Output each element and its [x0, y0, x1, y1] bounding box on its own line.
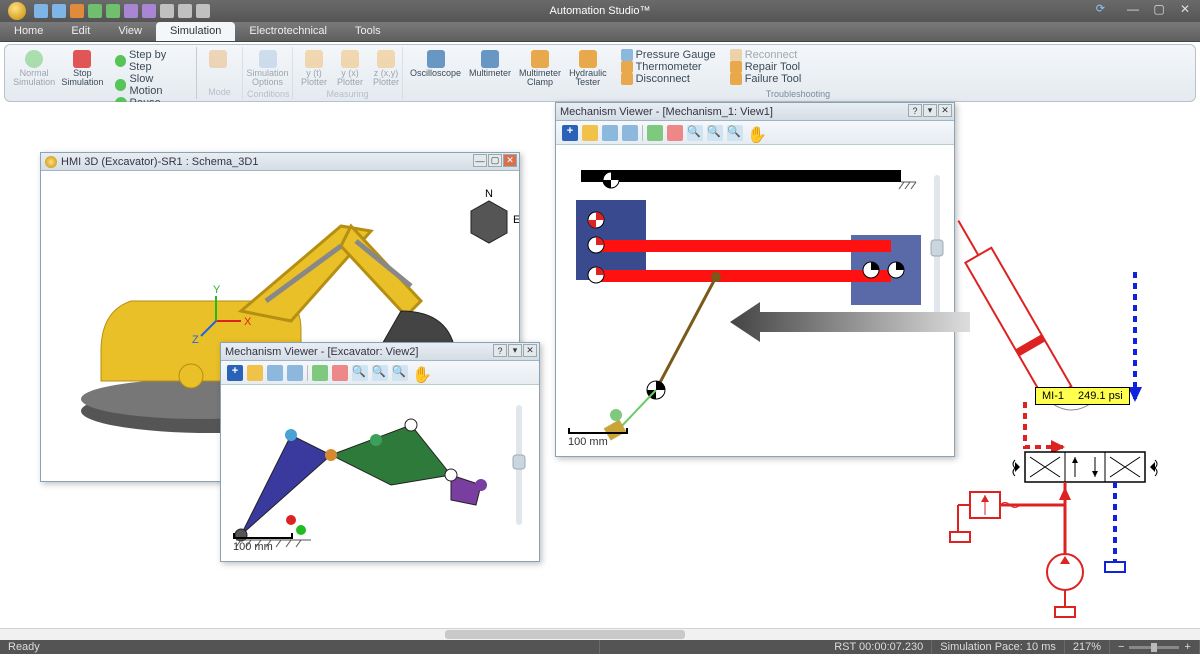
- reconnect-button[interactable]: Reconnect: [727, 49, 805, 61]
- yx-plotter-button[interactable]: y (x) Plotter: [333, 49, 367, 88]
- panel-min-icon[interactable]: —: [473, 154, 487, 167]
- ribbon-tabs: Home Edit View Simulation Electrotechnic…: [0, 22, 1200, 42]
- pressure-gauge-button[interactable]: Pressure Gauge: [618, 49, 719, 61]
- tab-view[interactable]: View: [104, 22, 156, 41]
- panel-pin-icon[interactable]: ▾: [508, 344, 522, 357]
- status-pace: Simulation Pace: 10 ms: [932, 640, 1065, 654]
- mech2-title: Mechanism Viewer - [Excavator: View2]: [225, 346, 418, 358]
- disconnect-button[interactable]: Disconnect: [618, 73, 719, 85]
- multimeter-clamp-button[interactable]: Multimeter Clamp: [516, 49, 564, 88]
- tab-electrotechnical[interactable]: Electrotechnical: [235, 22, 341, 41]
- panel-close-icon[interactable]: ✕: [938, 104, 952, 117]
- slow-motion-button[interactable]: Slow Motion: [112, 73, 192, 97]
- hydraulic-schematic: [910, 202, 1190, 622]
- ribbon: Normal Simulation Stop Simulation Step b…: [4, 44, 1196, 102]
- svg-text:X: X: [244, 316, 252, 328]
- mech2-toolbar[interactable]: + 🔍🔍🔍 ✋: [221, 361, 539, 385]
- oscilloscope-button[interactable]: Oscilloscope: [407, 49, 464, 79]
- normal-simulation-button[interactable]: Normal Simulation: [11, 49, 57, 88]
- yt-plotter-button[interactable]: y (t) Plotter: [297, 49, 331, 88]
- svg-text:Y: Y: [213, 284, 221, 296]
- hydraulic-tester-button[interactable]: Hydraulic Tester: [566, 49, 610, 88]
- status-ready: Ready: [0, 640, 600, 654]
- status-bar: Ready RST 00:00:07.230 Simulation Pace: …: [0, 640, 1200, 654]
- app-title: Automation Studio™: [550, 5, 651, 17]
- measurement-annotation: MI-1249.1 psi: [1035, 387, 1130, 405]
- help-icon[interactable]: ⟳: [1096, 2, 1105, 15]
- title-bar: Automation Studio™ — ▢ ✕ ⟳: [0, 0, 1200, 22]
- zoom-slider[interactable]: −+: [1110, 640, 1200, 654]
- tab-tools[interactable]: Tools: [341, 22, 395, 41]
- panel-pin-icon[interactable]: ▾: [923, 104, 937, 117]
- step-by-step-button[interactable]: Step by Step: [112, 49, 192, 73]
- simulation-options-button[interactable]: Simulation Options: [247, 49, 288, 88]
- panel-max-icon[interactable]: ▢: [488, 154, 502, 167]
- mech1-toolbar[interactable]: + 🔍🔍🔍 ✋: [556, 121, 954, 145]
- status-zoom: 217%: [1065, 640, 1110, 654]
- minimize-button[interactable]: —: [1120, 0, 1146, 18]
- zxy-plotter-button[interactable]: z (x,y) Plotter: [369, 49, 403, 88]
- hmi-title: HMI 3D (Excavator)-SR1 : Schema_3D1: [61, 156, 258, 168]
- close-button[interactable]: ✕: [1172, 0, 1198, 18]
- svg-text:N: N: [485, 188, 493, 200]
- thermometer-button[interactable]: Thermometer: [618, 61, 719, 73]
- panel-close-icon[interactable]: ✕: [523, 344, 537, 357]
- mechanism-viewer-2[interactable]: Mechanism Viewer - [Excavator: View2] ?▾…: [220, 342, 540, 562]
- panel-close-icon[interactable]: ✕: [503, 154, 517, 167]
- svg-text:E: E: [513, 214, 519, 226]
- h-scrollbar[interactable]: [0, 628, 1200, 640]
- tab-edit[interactable]: Edit: [57, 22, 104, 41]
- status-rst: RST 00:00:07.230: [826, 640, 932, 654]
- tab-simulation[interactable]: Simulation: [156, 22, 235, 41]
- mech1-title: Mechanism Viewer - [Mechanism_1: View1]: [560, 106, 773, 118]
- mechanism-viewer-1[interactable]: Mechanism Viewer - [Mechanism_1: View1] …: [555, 102, 955, 457]
- panel-help-icon[interactable]: ?: [493, 344, 507, 357]
- multimeter-button[interactable]: Multimeter: [466, 49, 514, 79]
- failure-tool-button[interactable]: Failure Tool: [727, 73, 805, 85]
- quick-access-toolbar[interactable]: [34, 4, 210, 18]
- svg-text:Z: Z: [192, 334, 199, 346]
- panel-help-icon[interactable]: ?: [908, 104, 922, 117]
- repair-tool-button[interactable]: Repair Tool: [727, 61, 805, 73]
- tab-home[interactable]: Home: [0, 22, 57, 41]
- maximize-button[interactable]: ▢: [1146, 0, 1172, 18]
- stop-simulation-button[interactable]: Stop Simulation: [59, 49, 105, 88]
- workspace: HMI 3D (Excavator)-SR1 : Schema_3D1 —▢✕ …: [0, 102, 1200, 640]
- app-icon: [8, 2, 26, 20]
